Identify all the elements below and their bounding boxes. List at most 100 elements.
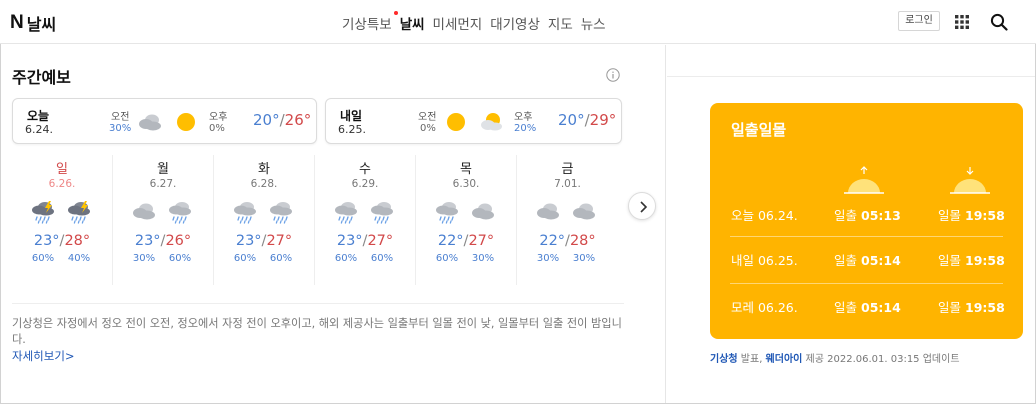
main-nav: 기상특보 날씨 미세먼지 대기영상 지도 뉴스 (342, 11, 606, 33)
rain-icon (434, 199, 460, 225)
day-name: 수 (359, 162, 371, 177)
today-card[interactable]: 오늘 6.24. 오전 30% 오후 0% 20°/26° (12, 98, 317, 144)
day-column-fri[interactable]: 금 7.01. 22°/28° 30% 30% (517, 155, 618, 285)
pm-precip: 30% (471, 253, 495, 264)
partly-cloudy-icon (478, 111, 504, 133)
pm-precip: 0% (209, 123, 225, 134)
sunset-label: 일몰 (938, 300, 962, 315)
thunder-rain-icon (66, 199, 92, 225)
pm-label: 오후 (209, 112, 228, 123)
day-date: 6.26. (48, 178, 76, 190)
sunset-value: 일몰 19:58 (938, 205, 1005, 224)
chevron-right-small-icon: > (64, 349, 75, 363)
low-temp: 20° (558, 111, 585, 129)
low-temp: 23° (33, 233, 60, 249)
am-precip: 0% (420, 123, 436, 134)
day-temps: 23°/27° (315, 233, 415, 249)
search-icon[interactable] (990, 13, 1008, 31)
day-column-sun[interactable]: 일 6.26. 23°/28° 60% 40% (12, 155, 113, 285)
cloudy-icon (571, 199, 597, 225)
sunrise-icon (844, 166, 884, 194)
low-temp: 20° (253, 111, 280, 129)
am-precip: 30% (132, 253, 156, 264)
day-date: 6.29. (351, 178, 379, 190)
sunset-icon (950, 167, 990, 194)
sun-row-today: 오늘 06.24. 일출 05:13 일몰 19:58 (730, 192, 1005, 236)
sunrise-time: 05:14 (861, 253, 901, 268)
top-header: N 날씨 기상특보 날씨 미세먼지 대기영상 지도 뉴스 로그인 (0, 0, 1036, 44)
nav-alert[interactable]: 기상특보 (342, 11, 398, 33)
sunrise-value: 일출 05:14 (834, 250, 901, 269)
am-precip: 30% (536, 253, 560, 264)
day-date: 6.27. (149, 178, 177, 190)
tomorrow-temps: 20°/29° (558, 111, 616, 129)
nav-weather[interactable]: 날씨 (400, 13, 425, 33)
login-button[interactable]: 로그인 (898, 11, 940, 31)
sunrise-sunset-card: 일출일몰 오늘 06.24. 일출 05:13 일몰 19:58 내일 06.2… (710, 103, 1023, 339)
day-name: 월 (157, 162, 169, 177)
source-weatheri-link[interactable]: 웨더아이 (766, 354, 803, 365)
rain-icon (167, 199, 193, 225)
sunrise-value: 일출 05:14 (834, 297, 901, 316)
sunny-icon (443, 111, 469, 133)
sun-card-title: 일출일몰 (731, 121, 787, 139)
cloudy-icon (470, 199, 496, 225)
more-details-link[interactable]: 자세히보기> (12, 348, 75, 364)
am-precip: 60% (334, 253, 358, 264)
am-precip: 30% (109, 123, 132, 134)
nav-air-image[interactable]: 대기영상 (490, 13, 540, 33)
source-kma-link[interactable]: 기상청 (710, 354, 738, 365)
rain-icon (232, 199, 258, 225)
day-temps: 23°/26° (113, 233, 213, 249)
sunny-icon (173, 111, 199, 133)
sun-row-day: 오늘 06.24. (731, 208, 798, 223)
sunrise-time: 05:13 (861, 208, 901, 223)
rain-icon (369, 199, 395, 225)
rain-icon (268, 199, 294, 225)
grid-icon[interactable] (954, 14, 970, 30)
sunset-time: 19:58 (965, 300, 1005, 315)
sun-row-day-after: 모레 06.26. 일출 05:14 일몰 19:58 (730, 283, 1005, 327)
sun-row-tomorrow: 내일 06.25. 일출 05:14 일몰 19:58 (730, 236, 1005, 280)
nav-map[interactable]: 지도 (548, 13, 573, 33)
sunset-value: 일몰 19:58 (938, 297, 1005, 316)
chevron-right-icon (640, 201, 648, 213)
nav-news[interactable]: 뉴스 (581, 13, 606, 33)
week-columns: 일 6.26. 23°/28° 60% 40% 월 6.27. 23°/26° … (12, 155, 622, 285)
sunset-label: 일몰 (938, 253, 962, 268)
day-name: 목 (460, 162, 472, 177)
day-temps: 22°/27° (416, 233, 516, 249)
naver-logo-mark: N (10, 12, 24, 33)
info-icon[interactable] (606, 68, 620, 82)
sunrise-label: 일출 (834, 208, 858, 223)
tomorrow-label: 내일 (340, 109, 363, 123)
day-temps: 23°/27° (214, 233, 314, 249)
next-days-button[interactable] (628, 192, 656, 220)
day-date: 6.30. (452, 178, 480, 190)
am-label: 오전 (418, 112, 437, 123)
sunset-value: 일몰 19:58 (938, 250, 1005, 269)
day-name: 금 (561, 162, 574, 177)
am-precip: 60% (31, 253, 55, 264)
day-column-thu[interactable]: 목 6.30. 22°/27° 60% 30% (416, 155, 517, 285)
low-temp: 23° (134, 233, 161, 249)
sunrise-label: 일출 (834, 253, 858, 268)
tomorrow-card[interactable]: 내일 6.25. 오전 0% 오후 20% 20°/29° (325, 98, 622, 144)
day-column-wed[interactable]: 수 6.29. 23°/27° 60% 60% (315, 155, 416, 285)
nav-fine-dust[interactable]: 미세먼지 (433, 13, 483, 33)
pm-precip: 60% (370, 253, 394, 264)
low-temp: 22° (437, 233, 464, 249)
am-precip: 60% (435, 253, 459, 264)
sun-row-day: 내일 06.25. (731, 253, 798, 268)
right-panel-divider (667, 76, 1035, 77)
pm-label: 오후 (514, 112, 533, 123)
logo[interactable]: N 날씨 (10, 11, 56, 35)
day-column-mon[interactable]: 월 6.27. 23°/26° 30% 60% (113, 155, 214, 285)
today-label: 오늘 (27, 109, 50, 123)
day-column-tue[interactable]: 화 6.28. 23°/27° 60% 60% (214, 155, 315, 285)
time-definition-notice: 기상청은 자정에서 정오 전이 오전, 정오에서 자정 전이 오후이고, 해외 … (12, 317, 622, 346)
low-temp: 23° (336, 233, 363, 249)
day-name: 일 (56, 162, 68, 177)
high-temp: 27° (367, 233, 394, 249)
weekly-forecast-panel: 주간예보 오늘 6.24. 오전 30% 오후 0% 20°/26° 내일 6.… (0, 45, 666, 403)
